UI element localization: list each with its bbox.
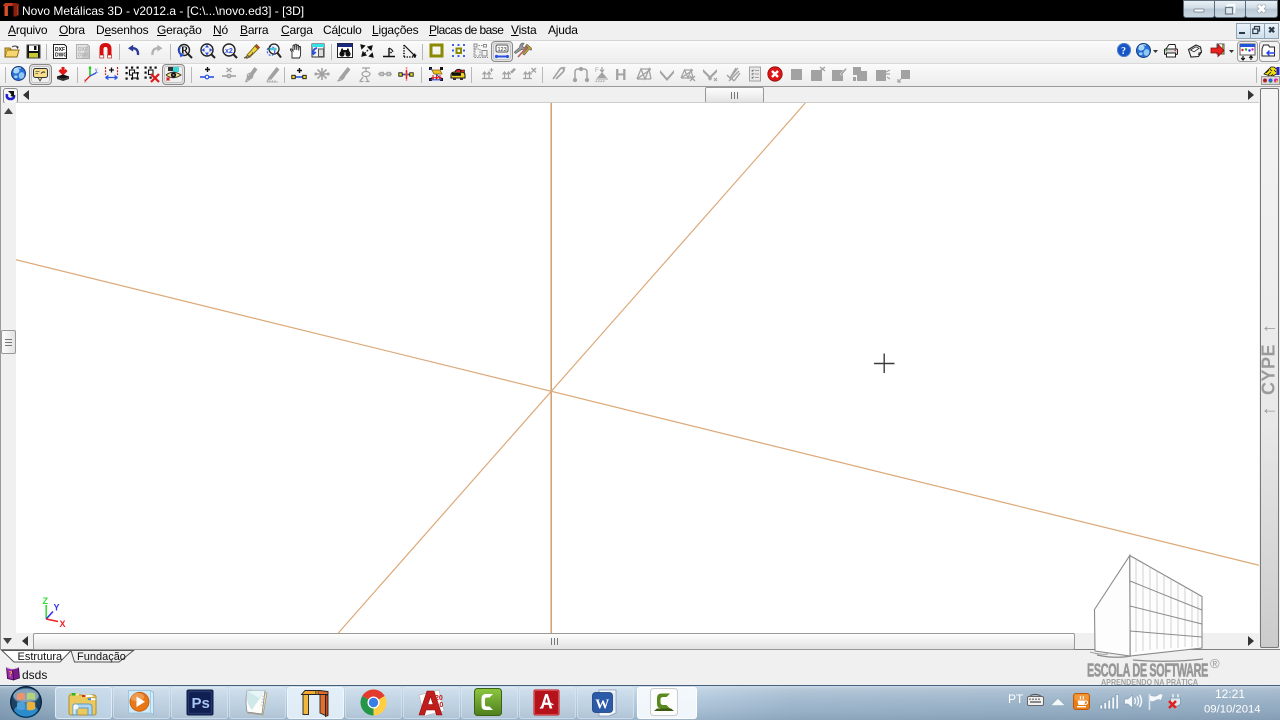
svg-text:R: R	[181, 46, 189, 57]
svg-text:20: 20	[435, 695, 443, 702]
svg-text:12:21: 12:21	[1215, 687, 1245, 701]
svg-text:DWG: DWG	[55, 53, 67, 59]
svg-text:H: H	[615, 67, 627, 84]
svg-text:X: X	[60, 619, 66, 629]
svg-text:?: ?	[9, 670, 13, 679]
svg-text:Y: Y	[54, 603, 60, 613]
svg-text:Fundação: Fundação	[77, 651, 126, 663]
svg-text:10: 10	[436, 702, 444, 709]
svg-text:Ps: Ps	[192, 695, 210, 712]
svg-text:W: W	[595, 698, 609, 713]
svg-text:DWG: DWG	[78, 53, 90, 59]
svg-text:?: ?	[1121, 46, 1126, 57]
svg-text:123: 123	[498, 47, 507, 53]
svg-text:F: F	[595, 68, 599, 74]
svg-text:09/10/2014: 09/10/2014	[1204, 704, 1261, 716]
svg-text:x2: x2	[225, 48, 233, 55]
svg-text:PT: PT	[1008, 692, 1024, 706]
svg-text:Z: Z	[43, 596, 49, 606]
svg-text:Estrutura: Estrutura	[18, 651, 64, 663]
